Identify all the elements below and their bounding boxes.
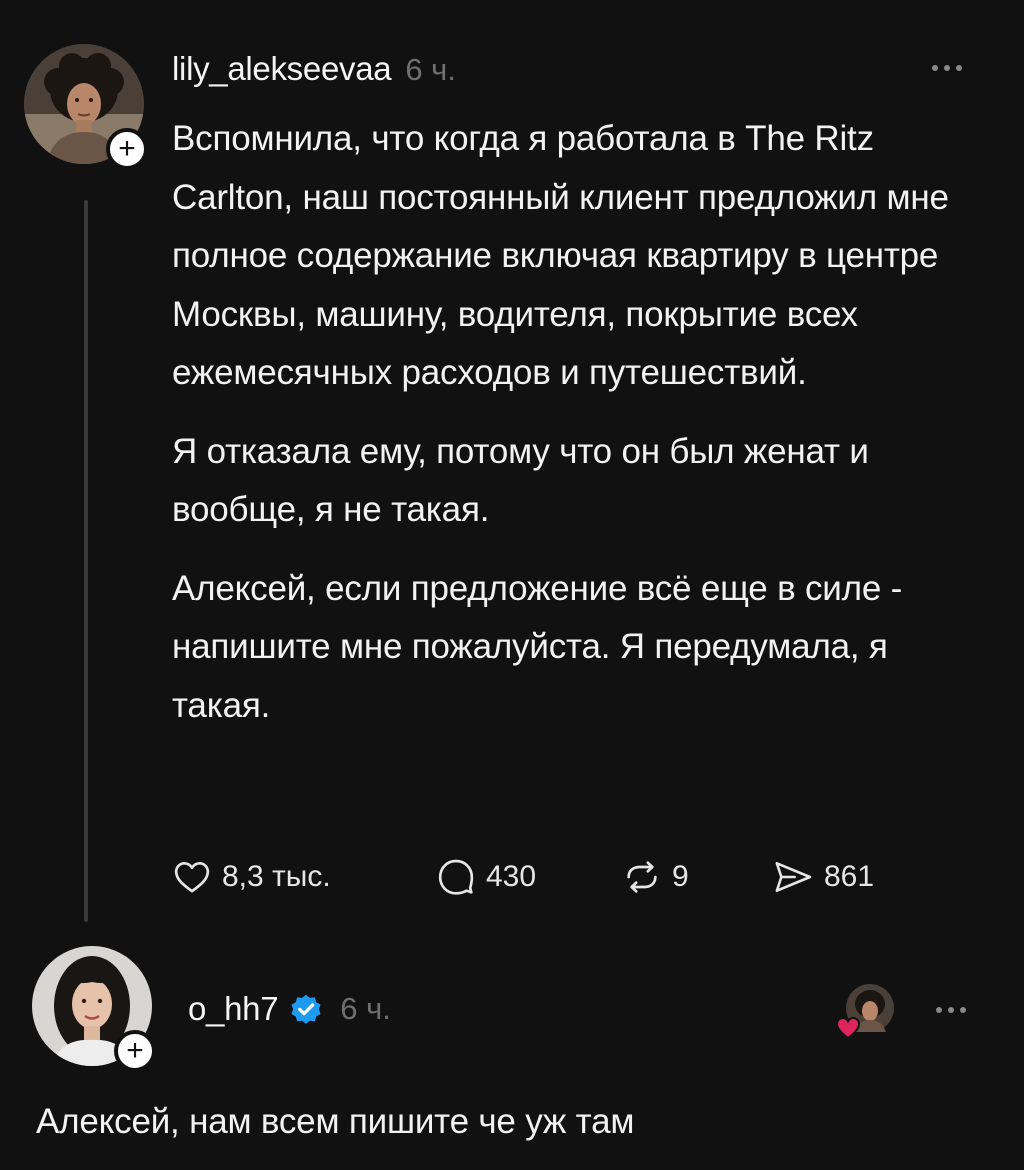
liked-by-author-avatar [835, 982, 894, 1040]
reply-timestamp: 6 ч. [340, 991, 391, 1026]
threads-feed: + lily_alekseevaa 6 ч. Вспомнила, что ко… [0, 0, 1024, 1170]
reply-more-icon[interactable] [936, 1000, 966, 1020]
repost-arrows-icon [627, 861, 657, 893]
reply-text: Алексей, нам всем пишите че уж там [36, 1102, 635, 1141]
repost-button[interactable]: 9 [622, 857, 772, 897]
reply-header: o_hh7 6 ч. [188, 990, 391, 1028]
repost-count: 9 [672, 860, 689, 893]
post-header: lily_alekseevaa 6 ч. [172, 50, 456, 88]
share-button[interactable]: 861 [772, 857, 912, 897]
heart-outline-icon [174, 862, 210, 893]
reply-follow-plus-icon[interactable]: + [114, 1030, 156, 1072]
share-count: 861 [824, 860, 875, 893]
verified-badge-icon [291, 994, 321, 1024]
post-body: Вспомнила, что когда я работала в The Ri… [172, 110, 992, 735]
post-paragraph: Вспомнила, что когда я работала в The Ri… [172, 119, 949, 392]
post-more-icon[interactable] [932, 58, 962, 78]
post-timestamp: 6 ч. [405, 52, 456, 87]
like-button[interactable]: 8,3 тыс. [172, 857, 436, 897]
comment-button[interactable]: 430 [436, 857, 622, 897]
speech-bubble-icon [438, 859, 474, 895]
heart-filled-icon [835, 1016, 861, 1040]
thread-connector-line [84, 200, 88, 922]
post-paragraph: Алексей, если предложение всё еще в силе… [172, 568, 903, 725]
post-username[interactable]: lily_alekseevaa [172, 50, 392, 88]
reply-username[interactable]: o_hh7 [188, 990, 279, 1028]
follow-plus-icon[interactable]: + [106, 128, 148, 170]
comment-count: 430 [486, 860, 537, 893]
send-icon [775, 861, 812, 893]
post-paragraph: Я отказала ему, потому что он был женат … [172, 431, 869, 530]
post-action-bar: 8,3 тыс. 430 9 861 [172, 852, 912, 902]
like-count: 8,3 тыс. [222, 860, 331, 893]
